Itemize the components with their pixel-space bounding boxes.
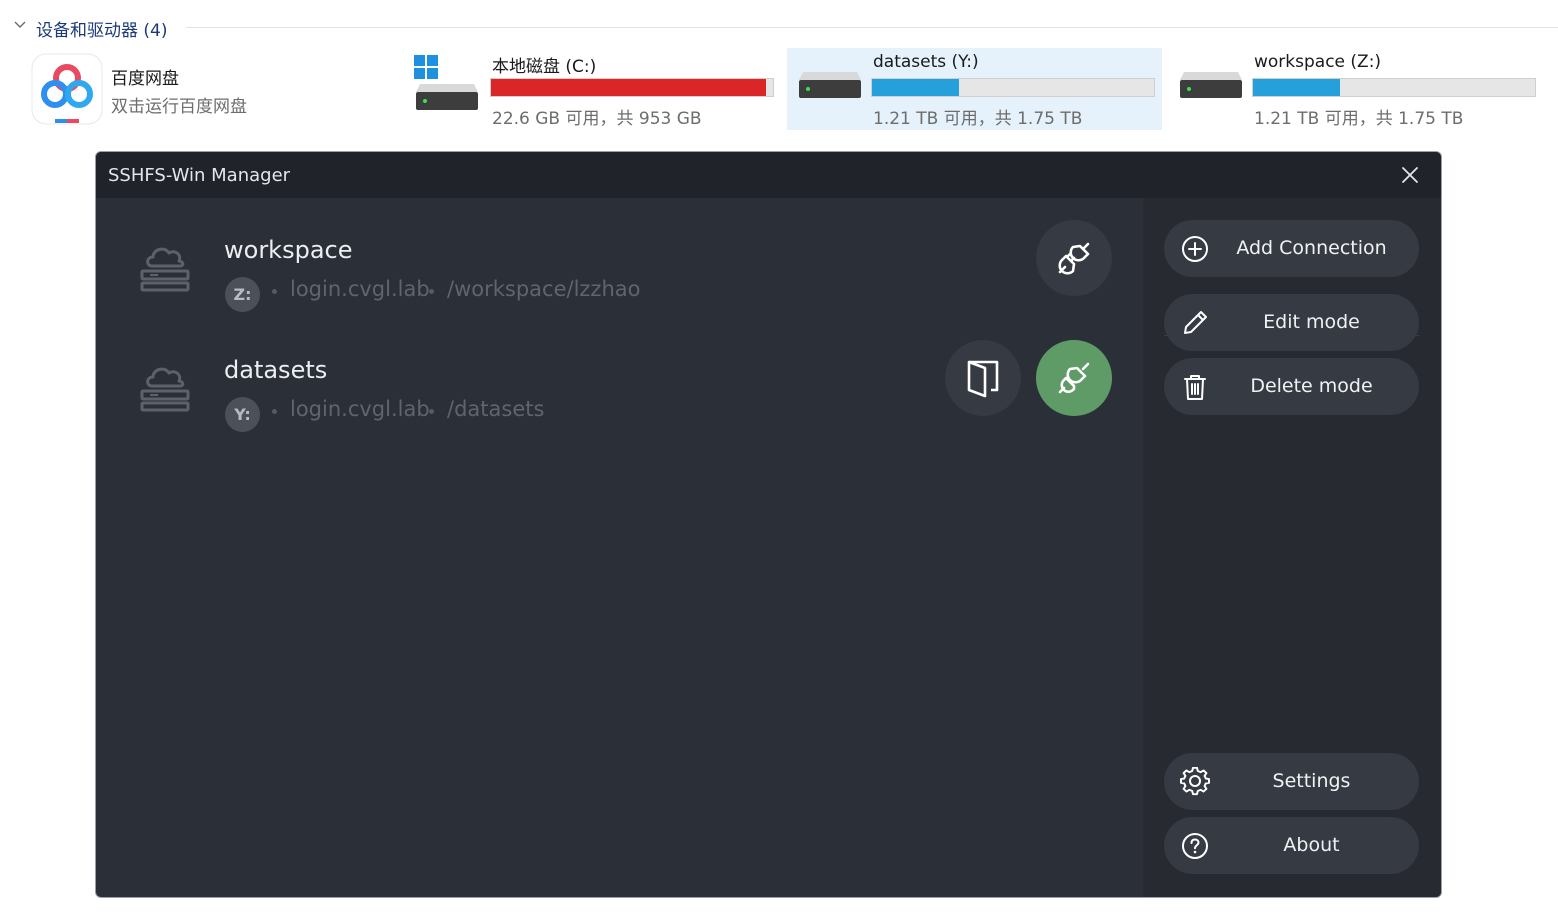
devices-section-header[interactable]: 设备和驱动器 (4) — [0, 10, 1558, 44]
connection-row-datasets[interactable]: datasets Y: login.cvgl.lab /datasets — [96, 330, 1143, 440]
windows-drive-icon — [414, 55, 478, 110]
explorer-item-workspace-z[interactable]: workspace (Z:) 1.21 TB 可用，共 1.75 TB — [1168, 48, 1548, 130]
item-name: datasets (Y:) — [873, 52, 979, 72]
separator-dot — [272, 289, 277, 294]
separator-dot — [429, 409, 434, 414]
explorer-item-local-disk-c[interactable]: 本地磁盘 (C:) 22.6 GB 可用，共 953 GB — [404, 48, 780, 130]
sshfs-manager-window: SSHFS-Win Manager workspace Z: login.cvg… — [95, 151, 1442, 898]
delete-mode-label: Delete mode — [1250, 375, 1373, 397]
chevron-down-icon[interactable] — [12, 16, 28, 32]
connection-path: /workspace/lzzhao — [447, 277, 641, 301]
open-door-icon — [967, 360, 999, 398]
open-folder-button[interactable] — [945, 340, 1021, 416]
section-title: 设备和驱动器 (4) — [36, 21, 168, 41]
item-name: workspace (Z:) — [1254, 52, 1382, 72]
window-titlebar[interactable]: SSHFS-Win Manager — [96, 152, 1441, 198]
about-label: About — [1283, 834, 1340, 856]
baidu-netdisk-icon — [31, 53, 103, 125]
drive-space-text: 22.6 GB 可用，共 953 GB — [492, 109, 702, 129]
drive-usage-fill — [872, 79, 960, 96]
item-subtitle: 双击运行百度网盘 — [111, 97, 247, 117]
item-name: 本地磁盘 (C:) — [492, 57, 597, 77]
cloud-server-icon — [140, 247, 190, 292]
settings-button[interactable]: Settings — [1164, 753, 1419, 810]
edit-mode-label: Edit mode — [1263, 311, 1360, 333]
edit-mode-button[interactable]: Edit mode — [1164, 294, 1419, 351]
help-circle-icon — [1182, 833, 1208, 859]
trash-icon — [1184, 375, 1206, 400]
disconnect-button[interactable] — [1036, 340, 1112, 416]
connection-name: workspace — [224, 236, 353, 264]
network-drive-icon — [799, 72, 861, 98]
connection-path: /datasets — [447, 397, 545, 421]
connect-button[interactable] — [1036, 220, 1112, 296]
plug-connected-icon — [1058, 362, 1090, 394]
connection-row-workspace[interactable]: workspace Z: login.cvgl.lab /workspace/l… — [96, 210, 1143, 320]
add-circle-icon — [1182, 236, 1208, 262]
separator-dot — [272, 409, 277, 414]
drive-usage-bar — [490, 78, 774, 97]
cloud-server-icon — [140, 367, 190, 412]
drive-space-text: 1.21 TB 可用，共 1.75 TB — [873, 109, 1083, 129]
drive-usage-bar — [871, 78, 1155, 97]
gear-icon — [1180, 767, 1210, 796]
window-title: SSHFS-Win Manager — [108, 165, 291, 186]
delete-mode-button[interactable]: Delete mode — [1164, 358, 1419, 415]
network-drive-icon — [1180, 72, 1242, 98]
drive-usage-fill — [491, 79, 767, 96]
drive-letter-badge: Z: — [225, 277, 260, 312]
explorer-item-datasets-y[interactable]: datasets (Y:) 1.21 TB 可用，共 1.75 TB — [787, 48, 1162, 130]
separator-dot — [429, 289, 434, 294]
connection-name: datasets — [224, 356, 328, 384]
add-connection-label: Add Connection — [1236, 237, 1387, 259]
plug-disconnected-icon — [1058, 242, 1090, 275]
drive-usage-bar — [1252, 78, 1536, 97]
pencil-icon — [1184, 311, 1207, 334]
section-divider — [186, 27, 1558, 28]
add-connection-button[interactable]: Add Connection — [1164, 220, 1419, 277]
drive-space-text: 1.21 TB 可用，共 1.75 TB — [1254, 109, 1464, 129]
drive-letter-badge: Y: — [225, 397, 260, 432]
explorer-item-baidu-netdisk[interactable]: 百度网盘 双击运行百度网盘 — [22, 48, 392, 130]
item-name: 百度网盘 — [111, 69, 179, 89]
connection-host: login.cvgl.lab — [290, 397, 430, 421]
close-icon[interactable] — [1397, 162, 1423, 188]
drive-usage-fill — [1253, 79, 1341, 96]
about-button[interactable]: About — [1164, 817, 1419, 874]
actions-sidebar: Add Connection Edit mode Delete mode Set… — [1143, 198, 1441, 897]
settings-label: Settings — [1272, 770, 1351, 792]
connection-host: login.cvgl.lab — [290, 277, 430, 301]
